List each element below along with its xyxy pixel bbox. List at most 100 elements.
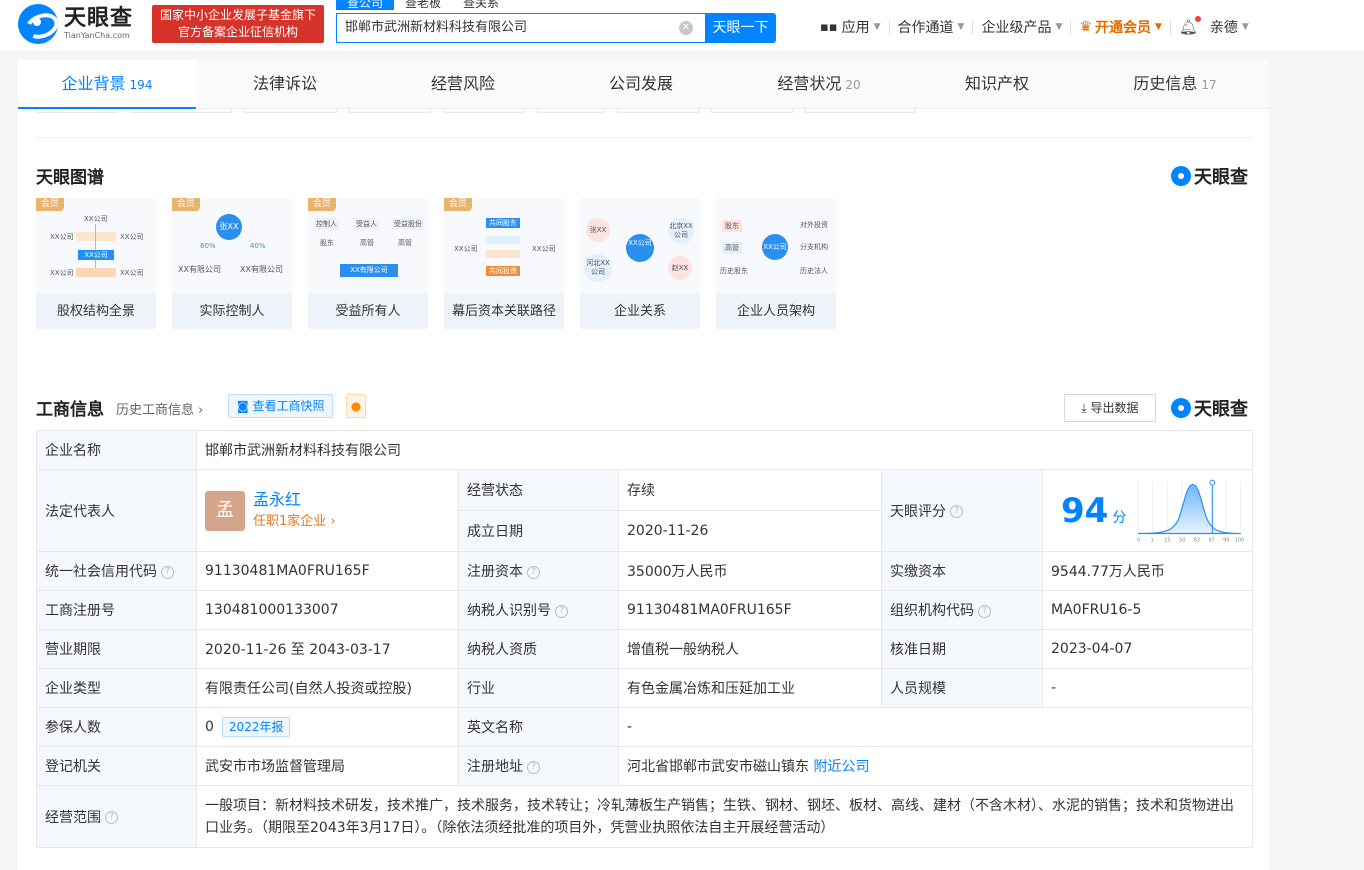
taxpayer-qual-value: 增值税一般纳税人 [618, 629, 882, 669]
tab-label: 经营风险 [430, 74, 495, 93]
tab-legal[interactable]: 法律诉讼 [196, 60, 374, 109]
scope-value: 一般项目：新材料技术研发，技术推广，技术服务，技术转让；冷轧薄板生产销售；生铁、… [195, 785, 1254, 848]
crown-icon: ♛ [1079, 19, 1092, 35]
export-button[interactable]: ⤓ 导出数据 [1064, 394, 1156, 422]
scrolled-button[interactable] [617, 109, 699, 113]
search-button[interactable]: 天眼一下 [705, 13, 776, 43]
thumb-node: XX公司 [78, 250, 114, 260]
site-logo[interactable]: 天眼查 TianYanCha.com [18, 4, 133, 44]
staff-value: - [1041, 668, 1254, 708]
help-icon[interactable]: ? [527, 565, 540, 579]
top-header: 天眼查 TianYanCha.com 国家中小企业发展子基金旗下 官方备案企业征… [0, 0, 1364, 50]
unread-dot [1194, 16, 1201, 22]
scrolled-button[interactable] [537, 109, 605, 113]
gov-badge[interactable]: 国家中小企业发展子基金旗下 官方备案企业征信机构 [152, 5, 324, 43]
score-axis-tick: 83 [1194, 537, 1200, 543]
graph-card-relations[interactable]: 张XX XX公司 北京XX公司 河北XX公司 赵XX 企业关系 [580, 198, 700, 329]
scrolled-button[interactable] [443, 109, 525, 113]
graph-card-capital-path[interactable]: 会员 共同股东 XX公司 XX公司 共同投资 幕后资本关联路径 [444, 198, 564, 329]
graph-card-staff[interactable]: 股东 对外投资 高管 XX公司 分支机构 历史股东 历史法人 企业人员架构 [716, 198, 836, 329]
thumb-node [76, 232, 116, 241]
tab-ip[interactable]: 知识产权 [908, 60, 1086, 109]
thumb-node: XX公司 [454, 245, 478, 253]
nearby-companies-link[interactable]: 附近公司 [813, 759, 869, 775]
help-icon[interactable]: ? [950, 505, 963, 518]
thumb-node: 张XX [586, 218, 610, 242]
search-tab-relation[interactable]: 查关系 [452, 0, 510, 10]
nav-user[interactable]: 亲德 ▼ [1210, 17, 1249, 37]
authority-label: 登记机关 [36, 746, 197, 786]
annual-report-tag[interactable]: 2022年报 [221, 717, 291, 737]
term-value: 2020-11-26 至 2043-03-17 [196, 629, 459, 669]
scrolled-button[interactable] [130, 109, 232, 113]
chevron-down-icon: ▼ [873, 22, 881, 32]
address-label-cell: 注册地址? [458, 746, 619, 786]
tab-background[interactable]: 企业背景 194 [18, 60, 196, 109]
member-tag: 会员 [444, 198, 473, 211]
nav-divider [972, 20, 974, 34]
scrolled-button[interactable] [805, 109, 915, 113]
help-icon[interactable]: ? [555, 604, 568, 618]
monitor-bell-button[interactable]: ● [346, 394, 366, 418]
section-divider [36, 137, 1252, 138]
tab-history[interactable]: 历史信息 17 [1086, 60, 1264, 109]
chevron-right-icon: › [326, 513, 336, 529]
scrolled-button[interactable] [244, 109, 337, 113]
help-icon[interactable]: ? [978, 604, 991, 618]
table-row: 经营范围? 一般项目：新材料技术研发，技术推广，技术服务，技术转让；冷轧薄板生产… [36, 785, 1254, 848]
score-cell: 94 分 0 1 15 50 83 97 99 100 [1041, 469, 1254, 552]
brand-logo: 天眼查 [1171, 163, 1248, 189]
tab-operation[interactable]: 经营状况 20 [730, 60, 908, 109]
table-row: 企业类型 有限责任公司(自然人投资或控股) 行业 有色金属冶炼和压延加工业 人员… [36, 668, 1254, 708]
credit-code-label: 统一社会信用代码 [45, 564, 157, 580]
snapshot-button[interactable]: ◙ 查看工商快照 [228, 394, 334, 418]
legal-rep-name-link[interactable]: 孟永红 [253, 489, 336, 511]
scrolled-button[interactable] [36, 109, 118, 113]
clear-icon[interactable]: ✕ [679, 21, 693, 35]
taxpayer-id-label-cell: 纳税人识别号? [458, 590, 619, 630]
thumb-node: XX公司 [120, 233, 144, 241]
thumb-node: 对外投资 [800, 221, 828, 229]
reg-capital-label: 注册资本 [467, 564, 523, 580]
search-tab-company[interactable]: 查公司 [336, 0, 395, 10]
graph-section-title: 天眼图谱 [36, 168, 104, 188]
graph-card-equity[interactable]: 会员 XX公司 XX公司 XX公司 XX公司 XX公司 XX公司 股权结构全景 [36, 198, 156, 329]
help-icon[interactable]: ? [527, 760, 540, 774]
search-input[interactable]: 邯郸市武洲新材料科技有限公司 ✕ [336, 13, 705, 43]
logo-domain: TianYanCha.com [64, 31, 130, 40]
score-axis-tick: 97 [1209, 537, 1215, 543]
thumb-node: 张XX [216, 214, 242, 240]
nav-enterprise-label: 企业级产品 [981, 20, 1052, 36]
thumb-node: 共同股东 [486, 218, 520, 228]
reg-no-label: 工商注册号 [36, 590, 197, 630]
tab-development[interactable]: 公司发展 [552, 60, 730, 109]
insured-label: 参保人数 [36, 707, 197, 747]
score-value: 94 [1061, 490, 1109, 531]
history-info-link[interactable]: 历史工商信息 › [116, 399, 203, 418]
nav-apps[interactable]: ▪▪ 应用 ▼ [820, 17, 881, 37]
graph-card-controller[interactable]: 会员 张XX 60% 40% XX有限公司 XX有限公司 实际控制人 [172, 198, 292, 329]
member-tag: 会员 [172, 198, 201, 211]
tab-risk[interactable]: 经营风险 [374, 60, 552, 109]
scrolled-button[interactable] [349, 109, 431, 113]
nav-partner[interactable]: 合作通道 ▼ [898, 17, 965, 37]
graph-thumbnail: 共同股东 XX公司 XX公司 共同投资 [444, 198, 564, 294]
gov-badge-line2: 官方备案企业征信机构 [177, 25, 298, 39]
thumb-node: 历史股东 [720, 267, 748, 275]
graph-card-beneficiary[interactable]: 会员 控制人 受益人 受益股份 股东 高管 高管 XX有限公司 受益所有人 [308, 198, 428, 329]
table-row: 营业期限 2020-11-26 至 2043-03-17 纳税人资质 增值税一般… [36, 629, 1254, 669]
avatar[interactable]: 孟 [205, 490, 245, 531]
industry-value: 有色金属冶炼和压延加工业 [618, 668, 882, 708]
snapshot-label: 查看工商快照 [252, 399, 325, 413]
english-label: 英文名称 [458, 707, 619, 747]
search-tab-boss[interactable]: 查老板 [394, 0, 452, 10]
scrolled-button[interactable] [711, 109, 793, 113]
legal-rep-positions-link[interactable]: 任职1家企业 › [253, 511, 336, 533]
help-icon[interactable]: ? [105, 811, 118, 824]
thumb-node: 共同投资 [486, 266, 520, 276]
search-input-value: 邯郸市武洲新材料科技有限公司 [345, 20, 528, 35]
help-icon[interactable]: ? [161, 565, 174, 579]
nav-enterprise[interactable]: 企业级产品 ▼ [981, 17, 1062, 37]
notification-bell[interactable]: 🔔︎ [1179, 16, 1201, 36]
nav-vip[interactable]: ♛ 开通会员 ▼ [1079, 17, 1161, 37]
